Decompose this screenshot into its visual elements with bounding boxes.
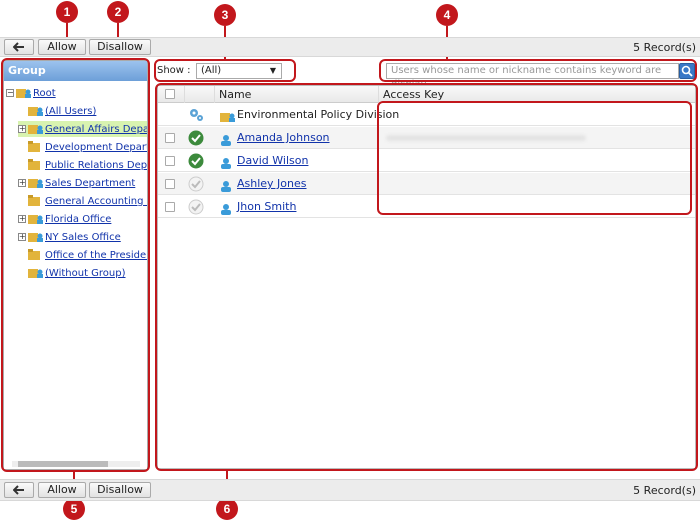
highlight-box-access-key	[377, 101, 692, 215]
allow-button-bottom[interactable]: Allow	[38, 482, 86, 498]
highlight-box-show	[154, 59, 296, 82]
disallow-button-bottom[interactable]: Disallow	[89, 482, 151, 498]
disallow-button[interactable]: Disallow	[89, 39, 151, 55]
top-toolbar: Allow Disallow 5 Record(s)	[0, 37, 700, 57]
callout-3: 3	[214, 4, 236, 26]
allow-button[interactable]: Allow	[38, 39, 86, 55]
callout-5: 5	[63, 498, 85, 520]
back-button-bottom[interactable]	[4, 482, 34, 498]
callout-6: 6	[216, 498, 238, 520]
callout-1: 1	[56, 1, 78, 23]
highlight-box-search	[379, 59, 697, 82]
back-arrow-icon	[12, 485, 24, 495]
callout-2: 2	[107, 1, 129, 23]
record-count: 5 Record(s)	[633, 41, 696, 54]
highlight-box-group-panel	[1, 58, 150, 472]
back-button[interactable]	[4, 39, 34, 55]
bottom-toolbar: Allow Disallow 5 Record(s)	[0, 479, 700, 501]
record-count-bottom: 5 Record(s)	[633, 484, 696, 497]
callout-4: 4	[436, 4, 458, 26]
back-arrow-icon	[12, 42, 24, 52]
